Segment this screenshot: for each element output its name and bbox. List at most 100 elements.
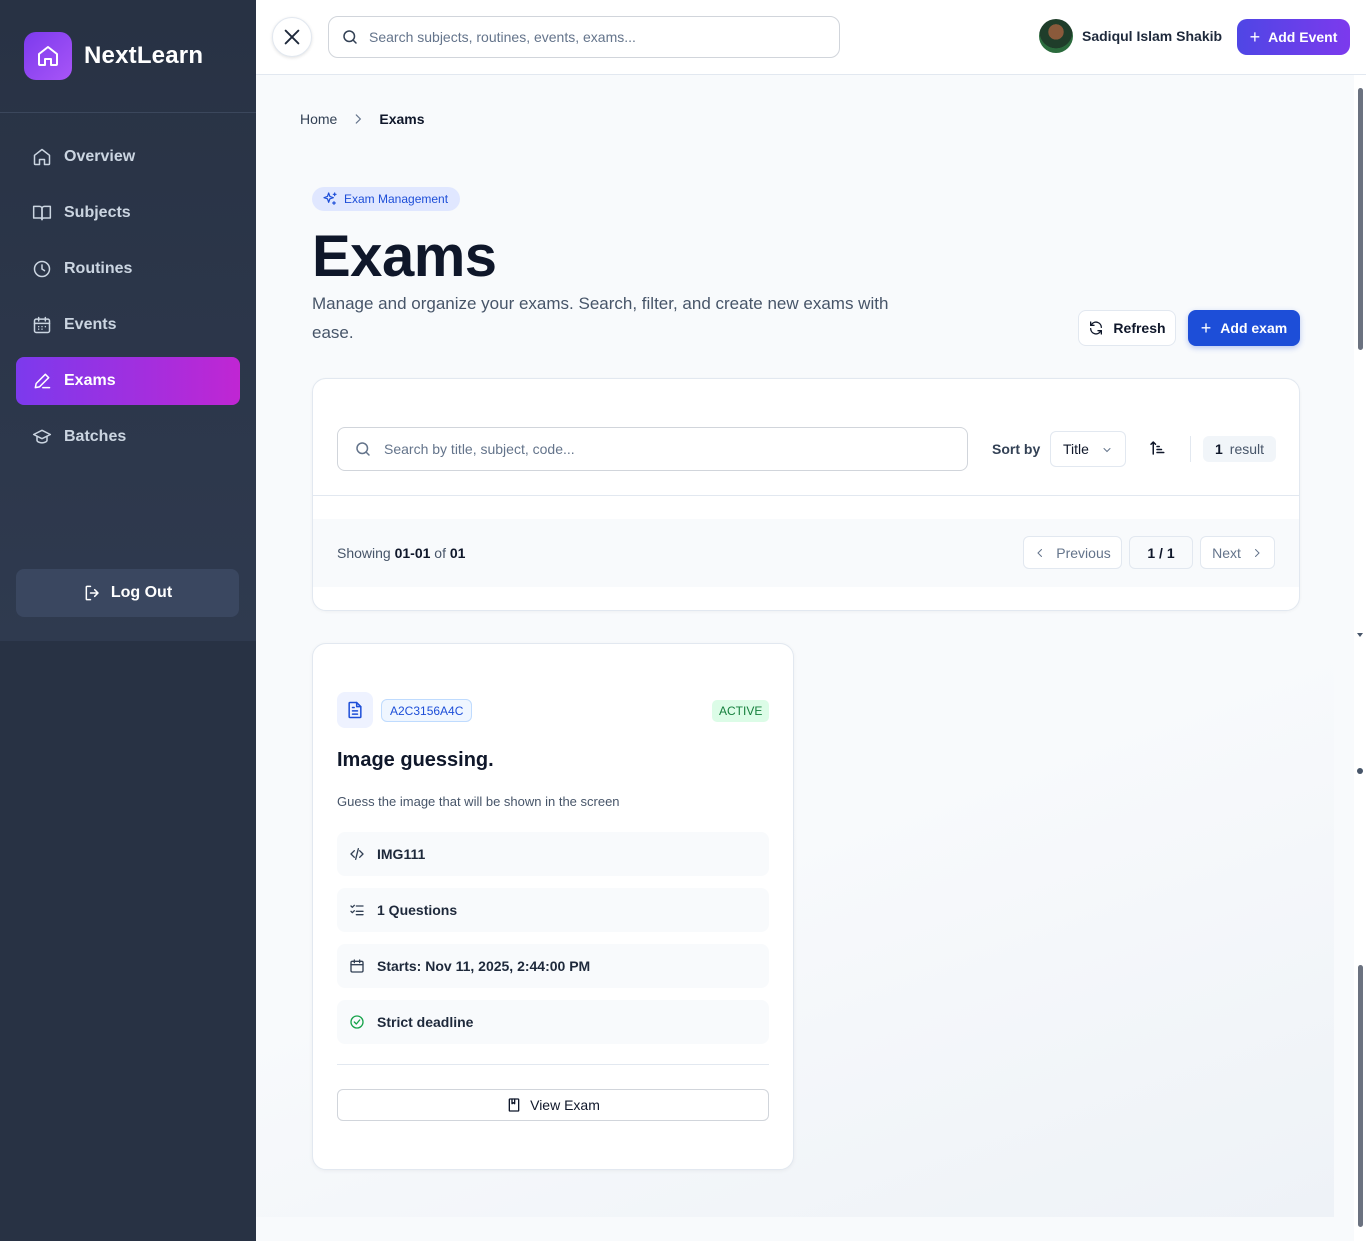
sort-direction-button[interactable] (1148, 439, 1166, 457)
sidebar: NextLearn Overview Subjects Routines Eve… (0, 0, 256, 1241)
start-date-value: Starts: Nov 11, 2025, 2:44:00 PM (377, 958, 591, 974)
sort-ascending-icon (1148, 439, 1166, 457)
section-pill-label: Exam Management (344, 192, 449, 206)
result-count: 1 (1215, 441, 1223, 457)
chevron-down-icon (1101, 444, 1113, 456)
sidebar-item-label: Events (64, 316, 117, 333)
scroll-down-arrow-icon[interactable] (1357, 633, 1363, 637)
showing-of: of (434, 545, 446, 561)
pagination-bar: Showing 01-01 of 01 Previous 1 / 1 Next (313, 519, 1299, 587)
showing-range: 01-01 (394, 545, 431, 561)
check-circle-icon (349, 1014, 365, 1030)
view-exam-button[interactable]: View Exam (337, 1089, 769, 1121)
sort-value: Title (1063, 441, 1089, 457)
scroll-marker (1357, 768, 1363, 774)
sparkles-icon (322, 191, 338, 207)
sidebar-item-label: Subjects (64, 204, 131, 221)
exam-title: Image guessing. (337, 749, 494, 771)
deadline-value: Strict deadline (377, 1014, 474, 1030)
showing-prefix: Showing (337, 545, 391, 561)
result-label: result (1229, 441, 1265, 457)
exam-card: A2C3156A4C ACTIVE Image guessing. Guess … (312, 643, 794, 1170)
breadcrumb: Home Exams (300, 111, 425, 127)
sidebar-item-batches[interactable]: Batches (16, 413, 240, 461)
sidebar-nav: Overview Subjects Routines Events Exams … (0, 113, 256, 461)
checklist-icon (349, 902, 365, 918)
refresh-button[interactable]: Refresh (1078, 310, 1176, 346)
plus-icon: + (1200, 317, 1212, 338)
scrollbar[interactable] (1354, 75, 1366, 1241)
add-exam-label: Add exam (1220, 320, 1288, 336)
exam-description: Guess the image that will be shown in th… (337, 794, 620, 809)
refresh-icon (1088, 320, 1104, 336)
calendar-icon (349, 958, 365, 974)
exam-search[interactable] (337, 427, 968, 471)
chevron-left-icon (1034, 547, 1046, 559)
search-icon (354, 440, 372, 458)
logout-button[interactable]: Log Out (16, 569, 239, 617)
next-label: Next (1212, 544, 1241, 561)
exam-questions: 1 Questions (337, 888, 769, 932)
page-subtitle: Manage and organize your exams. Search, … (312, 294, 889, 342)
previous-label: Previous (1056, 544, 1111, 561)
sidebar-item-overview[interactable]: Overview (16, 133, 240, 181)
filter-card: Sort by Title 1 result Showing 01-01 of … (312, 378, 1300, 611)
sidebar-item-subjects[interactable]: Subjects (16, 189, 240, 237)
add-event-label: Add Event (1268, 29, 1338, 45)
chevron-right-icon (1251, 547, 1263, 559)
calendar-icon (32, 315, 52, 335)
clock-icon (32, 259, 52, 279)
view-exam-label: View Exam (530, 1097, 600, 1113)
divider (337, 1064, 769, 1065)
page-title: Exams (312, 224, 497, 289)
exam-deadline: Strict deadline (337, 1000, 769, 1044)
code-icon (349, 846, 365, 862)
breadcrumb-home[interactable]: Home (300, 111, 337, 127)
sidebar-item-label: Routines (64, 260, 133, 277)
add-exam-button[interactable]: + Add exam (1188, 310, 1300, 346)
user-menu[interactable]: Sadiqul Islam Shakib (1039, 19, 1222, 53)
scrollbar-thumb[interactable] (1358, 88, 1363, 350)
refresh-label: Refresh (1113, 320, 1166, 336)
add-event-button[interactable]: + Add Event (1237, 19, 1350, 55)
exam-code-badge: A2C3156A4C (381, 699, 473, 722)
questions-value: 1 Questions (377, 902, 458, 918)
avatar (1039, 19, 1073, 53)
exam-search-input[interactable] (384, 441, 944, 457)
graduation-cap-icon (32, 427, 52, 447)
plus-icon: + (1249, 26, 1261, 47)
sidebar-panel: NextLearn Overview Subjects Routines Eve… (0, 0, 256, 641)
next-page-button[interactable]: Next (1200, 536, 1275, 569)
previous-page-button[interactable]: Previous (1023, 536, 1122, 569)
showing-total: 01 (449, 545, 466, 561)
brand-name: NextLearn (84, 42, 204, 69)
exam-subject-code: IMG111 (337, 832, 769, 876)
search-icon (341, 28, 359, 46)
sort-select[interactable]: Title (1050, 431, 1126, 467)
close-sidebar-button[interactable] (272, 17, 312, 57)
pencil-icon (32, 371, 52, 391)
global-search-input[interactable] (369, 29, 809, 45)
scrollbar-thumb[interactable] (1358, 965, 1363, 1227)
chevron-right-icon (351, 112, 365, 126)
close-icon (281, 26, 303, 48)
sidebar-item-label: Overview (64, 148, 136, 165)
sort-label: Sort by (992, 441, 1041, 457)
exam-start-date: Starts: Nov 11, 2025, 2:44:00 PM (337, 944, 769, 988)
breadcrumb-current: Exams (379, 111, 425, 127)
result-count-badge: 1 result (1203, 436, 1277, 462)
filter-row: Sort by Title 1 result (313, 379, 1299, 496)
global-search[interactable] (328, 16, 840, 58)
sidebar-item-label: Exams (64, 372, 116, 389)
bookmark-icon (506, 1097, 522, 1113)
home-icon (32, 147, 52, 167)
page-indicator: 1 / 1 (1129, 536, 1193, 569)
sidebar-item-routines[interactable]: Routines (16, 245, 240, 293)
user-name: Sadiqul Islam Shakib (1082, 28, 1223, 44)
home-icon (24, 32, 72, 80)
sidebar-item-events[interactable]: Events (16, 301, 240, 349)
sidebar-item-exams[interactable]: Exams (16, 357, 240, 405)
brand[interactable]: NextLearn (0, 0, 256, 113)
status-badge: ACTIVE (712, 700, 770, 722)
sidebar-item-label: Batches (64, 428, 127, 445)
